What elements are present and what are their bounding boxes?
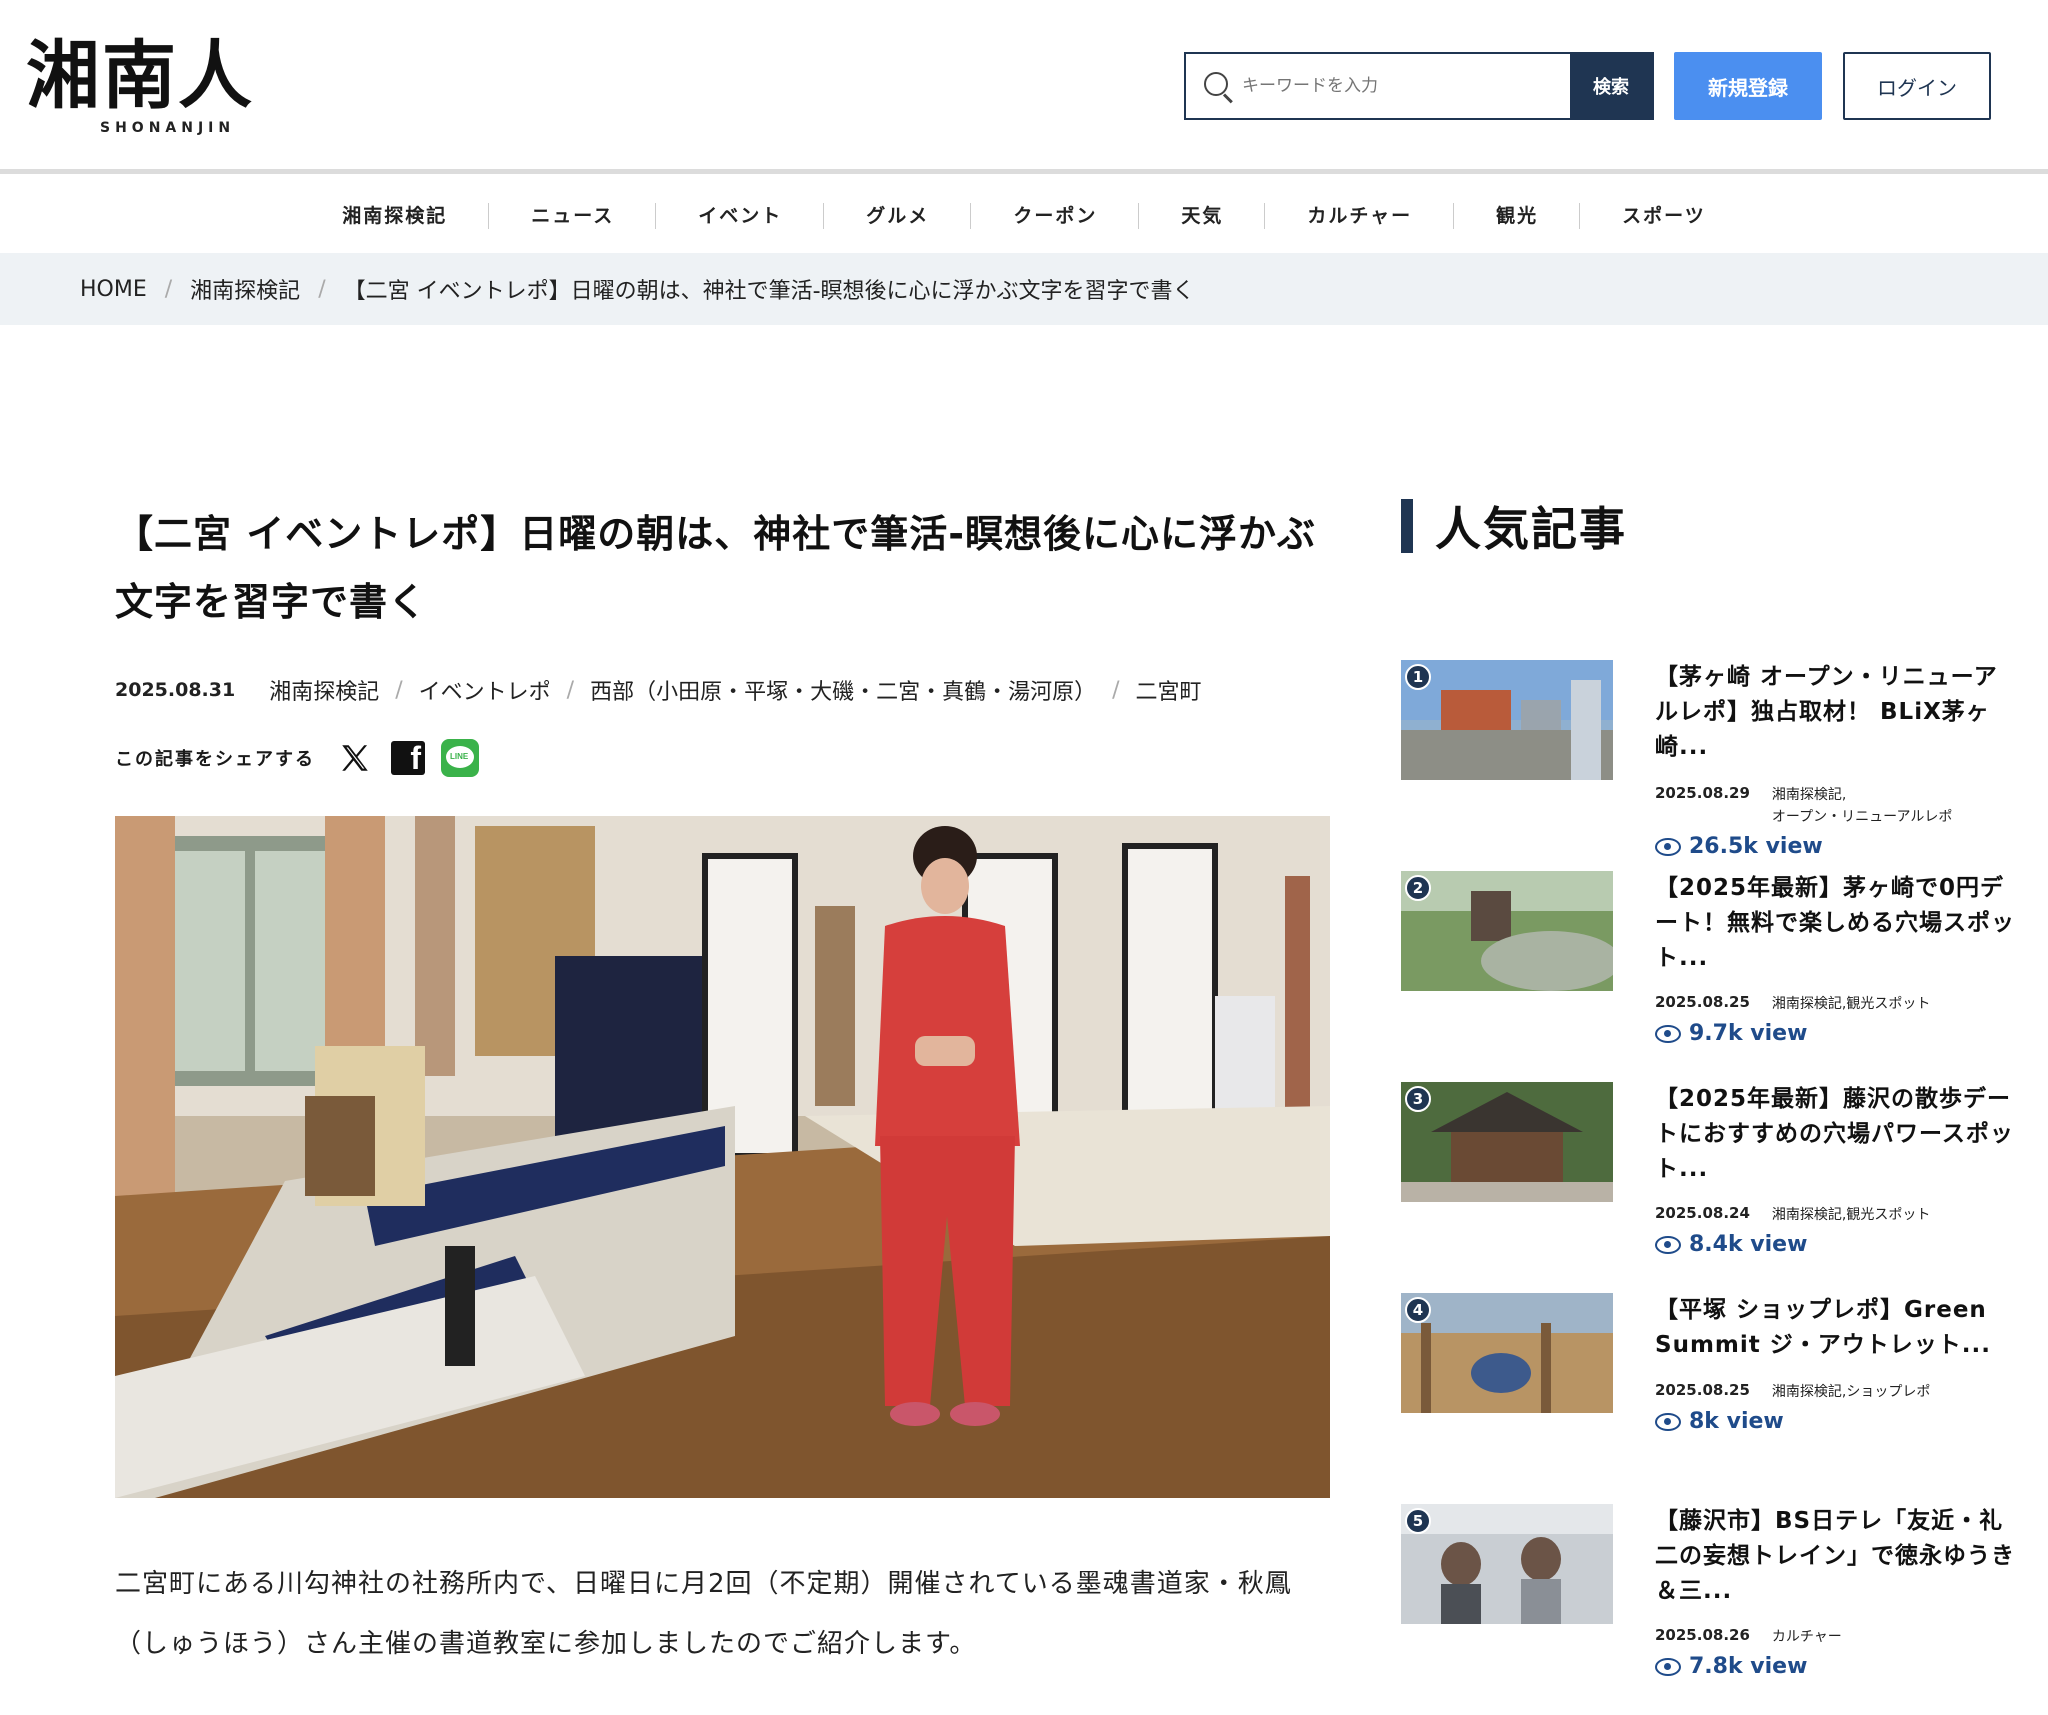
popular-article-date: 2025.08.24 <box>1655 1204 1750 1222</box>
eye-icon <box>1655 1235 1681 1254</box>
nav-item-coupon[interactable]: クーポン <box>971 201 1140 231</box>
eye-icon <box>1655 837 1681 856</box>
line-share-icon[interactable]: LINE <box>441 739 479 777</box>
popular-article-category: 湘南探検記, オープン・リニューアルレポ <box>1771 787 1953 825</box>
nav-item-weather[interactable]: 天気 <box>1139 201 1266 231</box>
rank-badge: 5 <box>1405 1508 1431 1534</box>
search-button[interactable]: 検索 <box>1570 54 1652 118</box>
article-thumbnail[interactable]: 1 <box>1401 660 1613 780</box>
popular-article-title[interactable]: 【茅ヶ崎 オープン・リニューアルレポ】独占取材！ BLiX茅ヶ崎... <box>1655 660 2021 765</box>
search-icon <box>1186 54 1242 118</box>
login-button[interactable]: ログイン <box>1843 52 1991 120</box>
popular-article-meta: 2025.08.25 湘南探検記,ショップレポ <box>1655 1381 1930 1403</box>
x-share-icon[interactable] <box>335 738 375 778</box>
share-label: この記事をシェアする <box>115 749 315 770</box>
rank-badge: 4 <box>1405 1297 1431 1323</box>
popular-article-views: 26.5k view <box>1655 834 1823 859</box>
breadcrumb-home[interactable]: HOME <box>80 277 147 302</box>
nav-item-news[interactable]: ニュース <box>489 201 657 231</box>
register-button[interactable]: 新規登録 <box>1674 52 1822 120</box>
popular-article-meta: 2025.08.26 カルチャー <box>1655 1626 1842 1648</box>
breadcrumb-separator: / <box>318 276 326 302</box>
site-header: 湘南人 SHONANJIN 検索 新規登録 ログイン <box>0 0 2048 174</box>
popular-article-category: 湘南探検記,観光スポット <box>1771 996 1931 1012</box>
popular-article-views: 8k view <box>1655 1409 1784 1434</box>
heading-accent-bar <box>1401 499 1413 553</box>
logo-text-en: SHONANJIN <box>100 120 236 136</box>
nav-item-event[interactable]: イベント <box>656 201 825 231</box>
eye-icon <box>1655 1412 1681 1431</box>
nav-item-gourmet[interactable]: グルメ <box>824 201 972 231</box>
popular-article-title[interactable]: 【2025年最新】藤沢の散歩デートにおすすめの穴場パワースポット... <box>1655 1082 2021 1187</box>
article: 【二宮 イベントレポ】日曜の朝は、神社で筆活-瞑想後に心に浮かぶ文字を習字で書く… <box>115 500 1335 1674</box>
category-separator: / <box>566 677 575 703</box>
popular-articles-header: 人気記事 <box>1401 498 2021 556</box>
popular-article-views: 7.8k view <box>1655 1654 1807 1679</box>
popular-article-views: 8.4k view <box>1655 1232 1807 1257</box>
nav-item-culture[interactable]: カルチャー <box>1265 201 1454 231</box>
category-separator: / <box>395 677 403 703</box>
article-category-link[interactable]: 湘南探検記 <box>269 674 379 706</box>
breadcrumb-current: 【二宮 イベントレポ】日曜の朝は、神社で筆活-瞑想後に心に浮かぶ文字を習字で書く <box>343 279 1195 304</box>
popular-article-meta: 2025.08.29 湘南探検記, オープン・リニューアルレポ <box>1655 784 1952 828</box>
popular-articles-title: 人気記事 <box>1435 502 1627 556</box>
article-title: 【二宮 イベントレポ】日曜の朝は、神社で筆活-瞑想後に心に浮かぶ文字を習字で書く <box>115 512 1317 624</box>
article-category-link[interactable]: 西部（小田原・平塚・大磯・二宮・真鶴・湯河原） <box>590 674 1096 706</box>
article-date: 2025.08.31 <box>115 679 236 701</box>
popular-article-title[interactable]: 【藤沢市】BS日テレ「友近・礼二の妄想トレイン」で徳永ゆうき＆三... <box>1655 1504 2021 1609</box>
logo-text-jp: 湘南人 <box>26 33 254 119</box>
article-hero-image <box>115 816 1330 1498</box>
article-lead-text: 二宮町にある川勾神社の社務所内で、日曜日に月2回（不定期）開催されている墨魂書道… <box>115 1569 1292 1659</box>
popular-article-category: 湘南探検記,ショップレポ <box>1771 1384 1931 1400</box>
popular-articles-sidebar: 人気記事 1 【茅ヶ崎 オープン・リニューアルレポ】独占取材！ BLiX茅ヶ崎.… <box>1401 498 2021 1679</box>
popular-article-date: 2025.08.26 <box>1655 1626 1750 1644</box>
search-box: 検索 <box>1184 52 1654 120</box>
share-bar: この記事をシェアする f LINE <box>115 738 1335 778</box>
search-input[interactable] <box>1242 54 1570 118</box>
breadcrumb-separator: / <box>164 276 173 302</box>
popular-article-date: 2025.08.25 <box>1655 993 1750 1011</box>
breadcrumb: HOME / 湘南探検記 / 【二宮 イベントレポ】日曜の朝は、神社で筆活-瞑想… <box>0 253 2048 325</box>
breadcrumb-category[interactable]: 湘南探検記 <box>190 273 300 305</box>
article-thumbnail[interactable]: 2 <box>1401 871 1613 991</box>
main-nav: 湘南探検記 ニュース イベント グルメ クーポン 天気 カルチャー 観光 スポー… <box>0 179 2048 253</box>
popular-article-date: 2025.08.29 <box>1655 784 1750 802</box>
nav-item-tanken[interactable]: 湘南探検記 <box>300 201 490 231</box>
article-category-link[interactable]: 二宮町 <box>1136 674 1202 706</box>
article-thumbnail[interactable]: 5 <box>1401 1504 1613 1624</box>
category-separator: / <box>1112 677 1120 703</box>
article-category-link[interactable]: イベントレポ <box>419 674 551 706</box>
rank-badge: 3 <box>1405 1086 1431 1112</box>
site-logo[interactable]: 湘南人 SHONANJIN <box>26 36 296 138</box>
popular-article-meta: 2025.08.25 湘南探検記,観光スポット <box>1655 993 1930 1015</box>
nav-item-sports[interactable]: スポーツ <box>1580 201 1748 231</box>
rank-badge: 1 <box>1405 664 1431 690</box>
popular-article-date: 2025.08.25 <box>1655 1381 1750 1399</box>
popular-article-category: カルチャー <box>1771 1629 1842 1645</box>
popular-article-views: 9.7k view <box>1655 1021 1807 1046</box>
popular-article-category: 湘南探検記,観光スポット <box>1771 1207 1931 1223</box>
popular-article-title[interactable]: 【2025年最新】茅ヶ崎で0円デート！無料で楽しめる穴場スポット... <box>1655 871 2021 976</box>
rank-badge: 2 <box>1405 875 1431 901</box>
eye-icon <box>1655 1024 1681 1043</box>
popular-article-meta: 2025.08.24 湘南探検記,観光スポット <box>1655 1204 1930 1226</box>
popular-article-title[interactable]: 【平塚 ショップレポ】Green Summit ジ・アウトレット... <box>1655 1293 2021 1363</box>
article-meta: 2025.08.31 湘南探検記 / イベントレポ / 西部（小田原・平塚・大磯… <box>115 674 1335 706</box>
facebook-share-icon[interactable]: f <box>391 740 425 776</box>
article-thumbnail[interactable]: 3 <box>1401 1082 1613 1202</box>
article-thumbnail[interactable]: 4 <box>1401 1293 1613 1413</box>
nav-item-sightseeing[interactable]: 観光 <box>1454 201 1581 231</box>
eye-icon <box>1655 1657 1681 1676</box>
